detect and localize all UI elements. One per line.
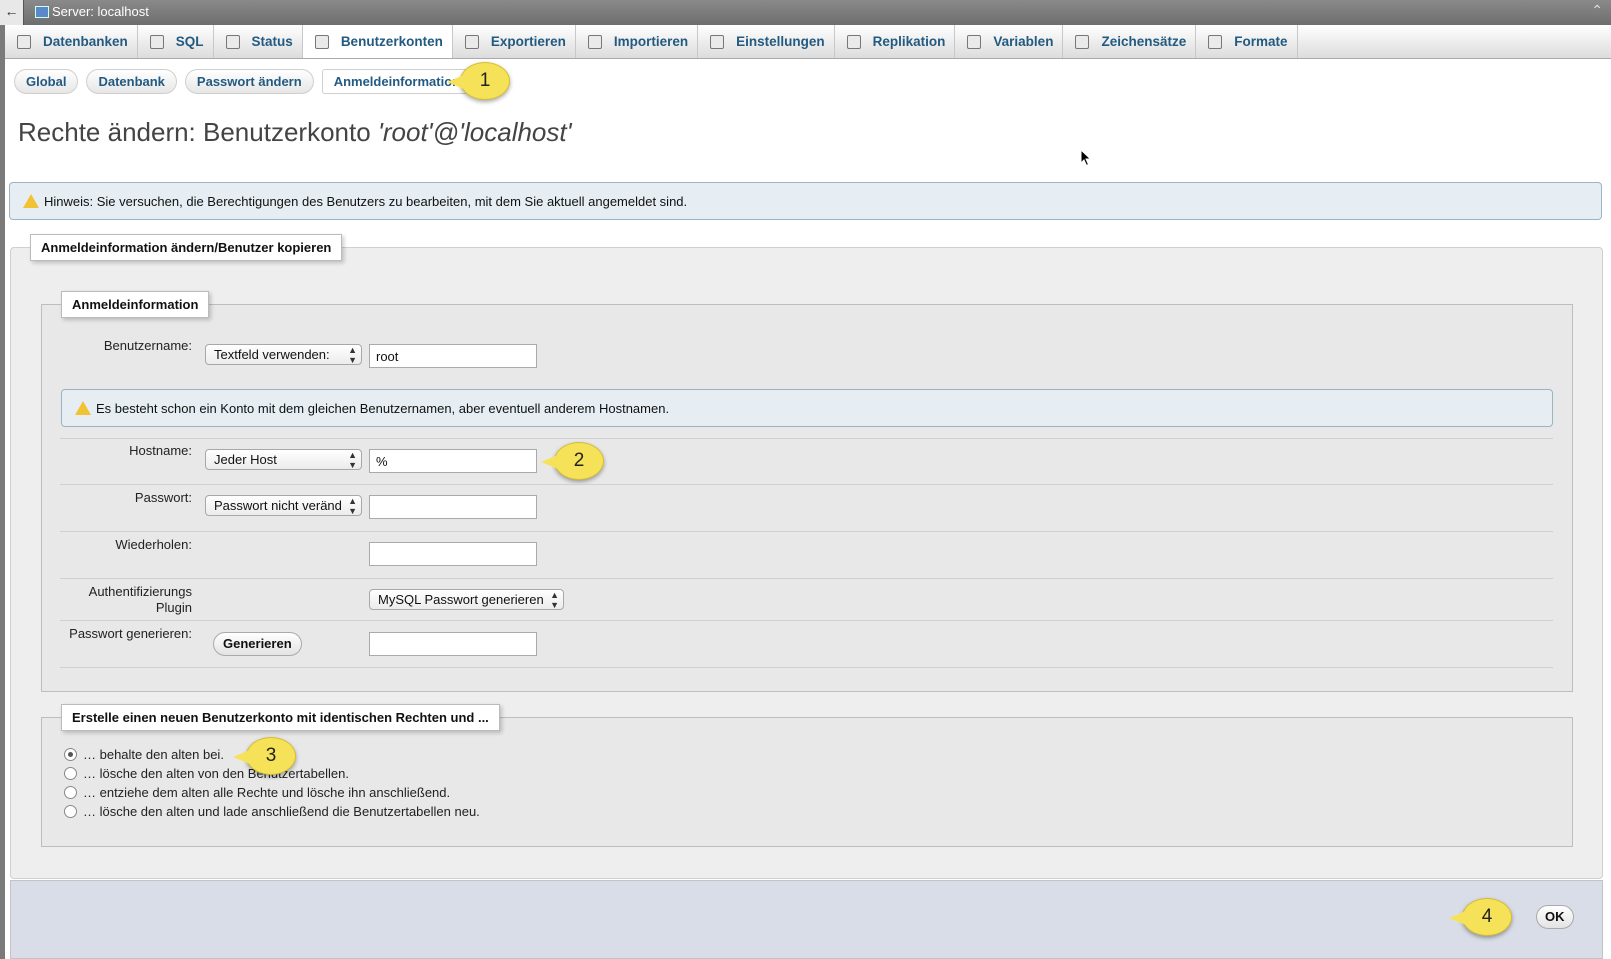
username-type-select[interactable]: Textfeld verwenden: ▲ ▼	[205, 344, 362, 365]
tab-zeichensätze[interactable]: Zeichensätze	[1063, 25, 1197, 58]
radio-button[interactable]	[64, 805, 77, 818]
tab-label: Formate	[1234, 34, 1288, 49]
callout-1: 1	[447, 62, 510, 100]
callout-3: 3	[233, 737, 296, 775]
charset-icon	[1075, 34, 1090, 49]
password-label: Passwort:	[134, 490, 192, 505]
copy-option-1[interactable]: … behalte den alten bei.	[64, 747, 224, 762]
subtab-passwort-ändern[interactable]: Passwort ändern	[184, 69, 314, 94]
callout-2: 2	[541, 442, 604, 480]
sub-navigation: Global Datenbank Passwort ändern Anmeldeinf…	[14, 69, 473, 94]
variables-icon	[967, 34, 982, 49]
radio-label: … lösche den alten von den Benutzertabel…	[83, 766, 349, 781]
tab-replikation[interactable]: Replikation	[835, 25, 956, 58]
callout-4: 4	[1449, 898, 1512, 936]
radio-label: … lösche den alten und lade anschließend…	[83, 804, 480, 819]
password-type-select[interactable]: Passwort nicht veränd ▲ ▼	[205, 495, 362, 516]
tab-label: Benutzerkonten	[340, 34, 443, 49]
repeat-row	[60, 531, 1553, 532]
server-icon	[35, 6, 49, 18]
tab-exportieren[interactable]: Exportieren	[453, 25, 576, 58]
tab-importieren[interactable]: Importieren	[576, 25, 699, 58]
subtab-datenbank[interactable]: Datenbank	[86, 69, 177, 94]
username-exists-notice: Es besteht schon ein Konto mit dem gleic…	[61, 389, 1553, 427]
copy-option-4[interactable]: … lösche den alten und lade anschließend…	[64, 804, 480, 819]
warning-icon	[75, 401, 91, 415]
top-navigation: Datenbanken SQL Status Benutzerkonten Export…	[5, 25, 1611, 59]
login-info-legend: Anmeldeinformation	[61, 291, 210, 318]
tab-sql[interactable]: SQL	[138, 25, 214, 58]
login-copy-legend: Anmeldeinformation ändern/Benutzer kopie…	[30, 234, 343, 261]
notice-text: Hinweis: Sie versuchen, die Berechtigung…	[44, 193, 688, 209]
username-label: Benutzername:	[103, 338, 192, 353]
engines-icon	[1208, 34, 1223, 49]
generate-row	[60, 620, 1553, 621]
tab-label: Replikation	[872, 34, 946, 49]
tab-formate[interactable]: Formate	[1196, 25, 1298, 58]
radio-label: … entziehe dem alten alle Rechte und lös…	[83, 785, 451, 800]
window-left-edge	[0, 0, 5, 959]
auth-plugin-row	[60, 578, 1553, 579]
title-bar: ← Server: localhost ⌃	[0, 0, 1611, 25]
hostname-field[interactable]: %	[369, 449, 537, 473]
generate-label: Passwort generieren:	[69, 626, 192, 641]
username-notice-text: Es besteht schon ein Konto mit dem gleic…	[96, 400, 670, 416]
copy-user-legend: Erstelle einen neuen Benutzerkonto mit i…	[61, 704, 500, 731]
tab-label: SQL	[175, 34, 204, 49]
tab-status[interactable]: Status	[214, 25, 303, 58]
user-accounts-icon	[314, 34, 329, 49]
status-icon	[225, 34, 240, 49]
warning-icon	[23, 194, 39, 208]
tab-benutzerkonten[interactable]: Benutzerkonten	[302, 25, 453, 58]
subtab-global[interactable]: Global	[14, 69, 79, 94]
username-field[interactable]: root	[369, 344, 537, 368]
tab-label: Importieren	[613, 34, 689, 49]
hostname-type-select[interactable]: Jeder Host ▲ ▼	[205, 449, 362, 470]
copy-option-3[interactable]: … entziehe dem alten alle Rechte und lös…	[64, 785, 450, 800]
copy-option-2[interactable]: … lösche den alten von den Benutzertabel…	[64, 766, 349, 781]
auth-plugin-select[interactable]: MySQL Passwort generieren ▲ ▼	[369, 589, 564, 610]
mouse-cursor-icon	[1080, 149, 1092, 167]
ok-button[interactable]: OK	[1536, 905, 1574, 929]
password-row	[60, 484, 1553, 485]
tab-datenbanken[interactable]: Datenbanken	[5, 25, 138, 58]
generate-row-end	[60, 667, 1553, 668]
sql-icon	[149, 34, 164, 49]
edit-self-notice: Hinweis: Sie versuchen, die Berechtigung…	[9, 182, 1602, 220]
tab-einstellungen[interactable]: Einstellungen	[698, 25, 835, 58]
window-title: Server: localhost	[52, 4, 149, 19]
page-title: Rechte ändern: Benutzerkonto 'root'@'loc…	[18, 117, 572, 147]
back-button[interactable]: ←	[0, 0, 24, 25]
hostname-label: Hostname:	[129, 443, 192, 458]
hostname-row	[60, 438, 1553, 439]
database-icon	[17, 34, 31, 49]
auth-plugin-label: Authentifizierungs Plugin	[88, 584, 192, 615]
radio-button[interactable]	[64, 748, 77, 761]
tab-label: Zeichensätze	[1101, 34, 1187, 49]
tab-label: Einstellungen	[736, 34, 825, 49]
tab-variablen[interactable]: Variablen	[955, 25, 1064, 58]
tab-label: Status	[251, 34, 293, 49]
collapse-icon[interactable]: ⌃	[1591, 2, 1603, 19]
export-icon	[464, 34, 479, 49]
password-field[interactable]	[369, 495, 537, 519]
radio-label: … behalte den alten bei.	[83, 747, 224, 762]
generate-button[interactable]: Generieren	[213, 632, 302, 656]
radio-button[interactable]	[64, 767, 77, 780]
tab-label: Exportieren	[490, 34, 566, 49]
form-footer	[10, 880, 1603, 959]
repeat-password-field[interactable]	[369, 542, 537, 566]
radio-button[interactable]	[64, 786, 77, 799]
wrench-icon	[710, 34, 725, 49]
replication-icon	[846, 34, 861, 49]
repeat-label: Wiederholen:	[115, 537, 192, 552]
tab-label: Variablen	[993, 34, 1054, 49]
tab-label: Datenbanken	[43, 34, 128, 49]
generated-password-field[interactable]	[369, 632, 537, 656]
import-icon	[587, 34, 602, 49]
